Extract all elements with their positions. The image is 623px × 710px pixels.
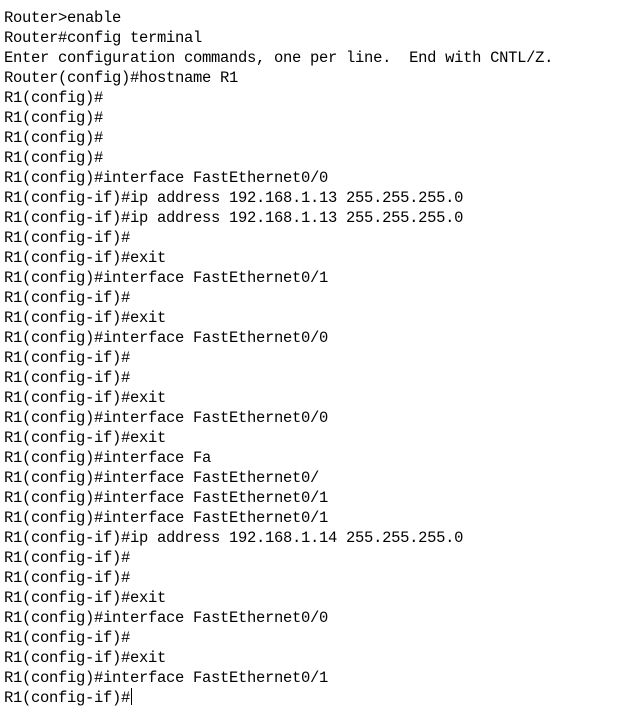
terminal-line: R1(config)#interface FastEthernet0/1 (4, 489, 329, 507)
terminal-line: R1(config-if)#ip address 192.168.1.13 25… (4, 209, 464, 227)
terminal-line: R1(config)# (4, 89, 104, 107)
terminal-line: Router(config)#hostname R1 (4, 69, 239, 87)
terminal-output: Router>enable Router#config terminal Enter… (0, 0, 623, 708)
terminal-line: Router>enable (4, 9, 122, 27)
command-prompt: R1(config-if)# (4, 689, 131, 707)
terminal-line: R1(config-if)#exit (4, 589, 167, 607)
terminal-line: R1(config)# (4, 129, 104, 147)
terminal-line: Enter configuration commands, one per li… (4, 49, 554, 67)
terminal-line: R1(config)#interface FastEthernet0/ (4, 469, 320, 487)
terminal-line: R1(config-if)#ip address 192.168.1.14 25… (4, 529, 464, 547)
terminal-line: R1(config)#interface FastEthernet0/1 (4, 509, 329, 527)
command-prompt-line[interactable]: R1(config-if)# (4, 688, 623, 708)
terminal-line: R1(config)# (4, 149, 104, 167)
terminal-line: R1(config-if)# (4, 289, 131, 307)
terminal-line: R1(config-if)# (4, 229, 131, 247)
terminal-line: R1(config-if)#ip address 192.168.1.13 25… (4, 189, 464, 207)
terminal-line: R1(config)#interface FastEthernet0/0 (4, 409, 329, 427)
terminal-line: R1(config)# (4, 109, 104, 127)
terminal-line: R1(config)#interface FastEthernet0/1 (4, 269, 329, 287)
terminal-line: R1(config)#interface FastEthernet0/0 (4, 169, 329, 187)
terminal-line: R1(config-if)# (4, 629, 131, 647)
terminal-window[interactable]: Router>enable Router#config terminal Enter… (0, 0, 623, 710)
terminal-line: R1(config)#interface FastEthernet0/1 (4, 669, 329, 687)
terminal-line: R1(config)#interface FastEthernet0/0 (4, 329, 329, 347)
terminal-line: R1(config-if)#exit (4, 429, 167, 447)
terminal-line: Router#config terminal (4, 29, 203, 47)
terminal-line: R1(config-if)#exit (4, 649, 167, 667)
terminal-line: R1(config-if)# (4, 349, 131, 367)
text-cursor (131, 688, 133, 705)
terminal-line: R1(config-if)# (4, 569, 131, 587)
terminal-line: R1(config-if)# (4, 549, 131, 567)
terminal-line: R1(config-if)# (4, 369, 131, 387)
terminal-line: R1(config-if)#exit (4, 249, 167, 267)
terminal-line: R1(config)#interface Fa (4, 449, 212, 467)
terminal-line: R1(config-if)#exit (4, 309, 167, 327)
terminal-line: R1(config)#interface FastEthernet0/0 (4, 609, 329, 627)
terminal-line: R1(config-if)#exit (4, 389, 167, 407)
